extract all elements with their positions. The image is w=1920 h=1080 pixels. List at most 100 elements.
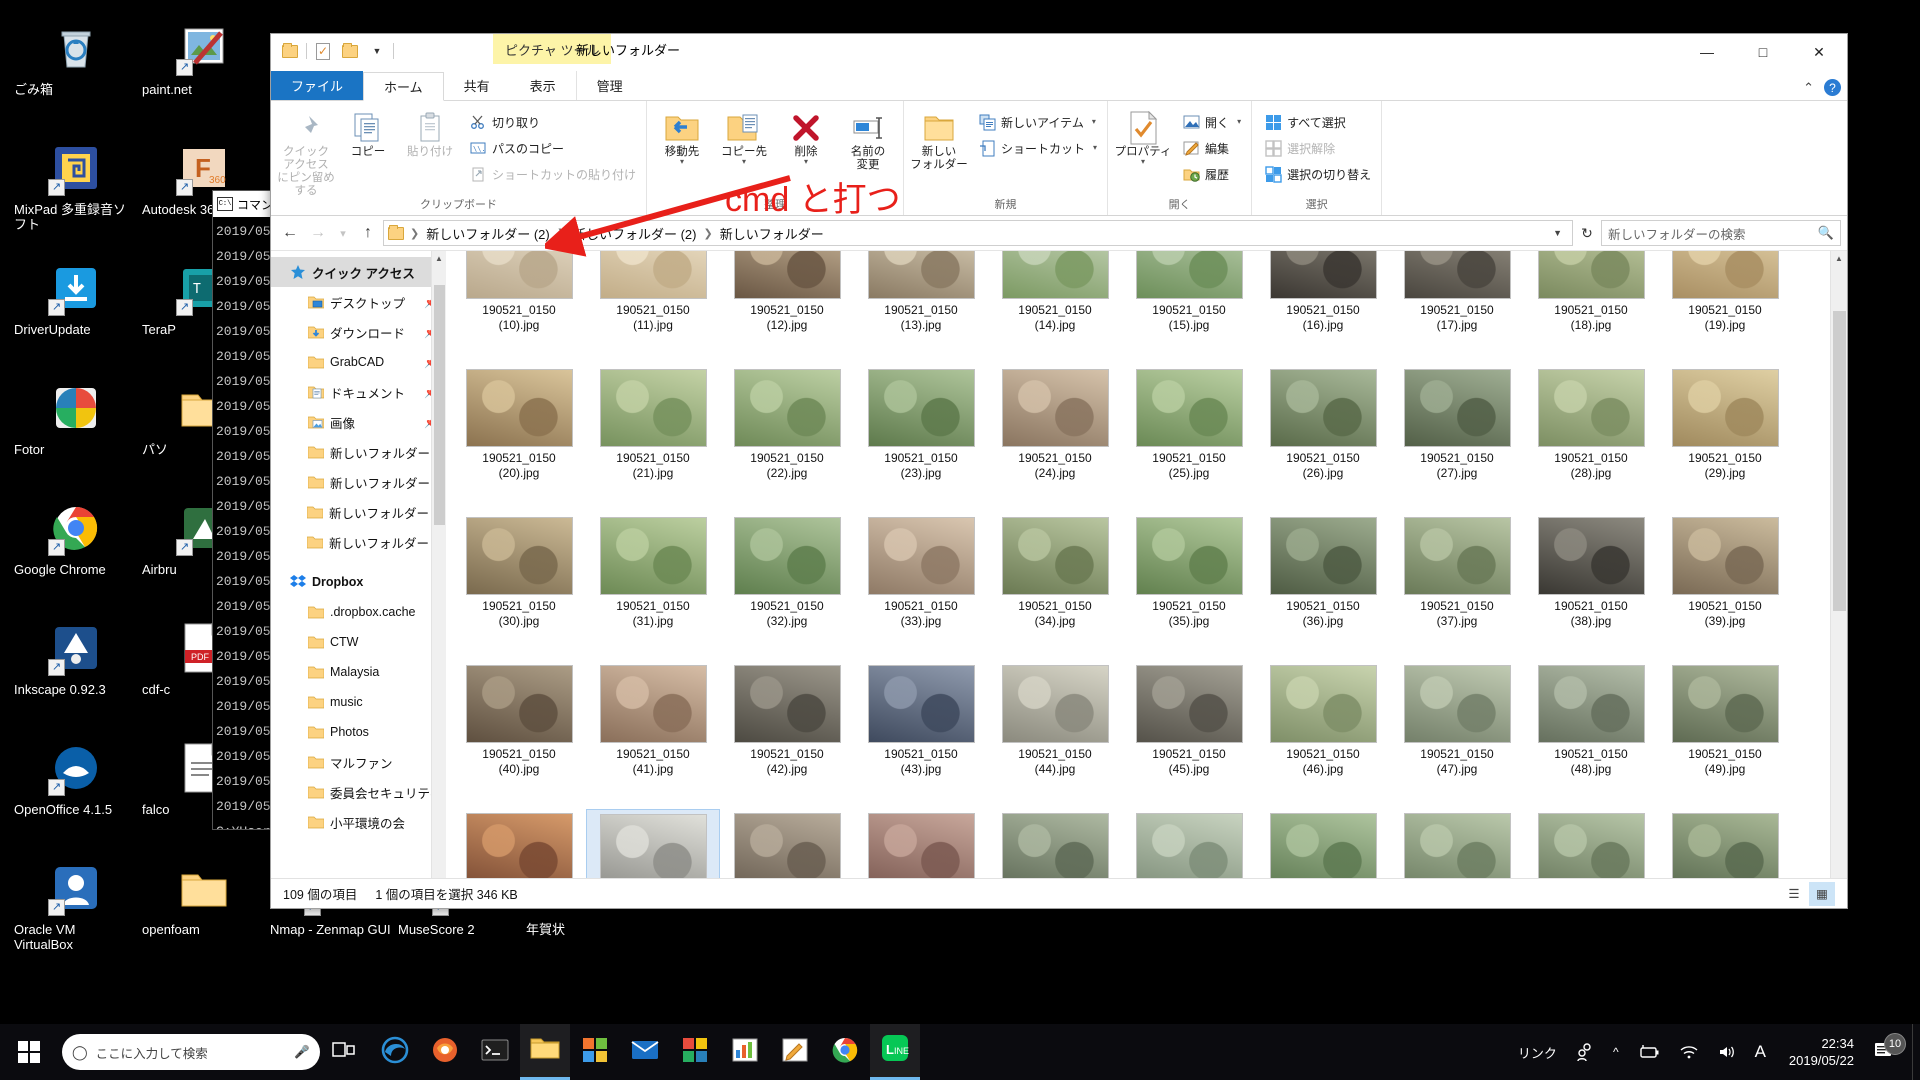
navpane-item-1-1[interactable]: CTW: [271, 627, 446, 657]
navpane-item-0-2[interactable]: GrabCAD📌: [271, 347, 446, 377]
navpane-item-1-5[interactable]: マルファン: [271, 747, 446, 777]
chevron-up-icon[interactable]: ⌃: [1803, 80, 1814, 96]
file-item[interactable]: 190521_0150 (34).jpg: [988, 513, 1122, 661]
editor-button[interactable]: [770, 1024, 820, 1080]
explorer-titlebar[interactable]: ✓ ▼ ピクチャ ツール 新しいフォルダー — □ ✕: [271, 34, 1847, 72]
file-item[interactable]: 190521_0150 (27).jpg: [1390, 365, 1524, 513]
navpane-item-1-0[interactable]: .dropbox.cache: [271, 597, 446, 627]
file-item[interactable]: 190521_0150 (23).jpg: [854, 365, 988, 513]
navpane-scroll-up-icon[interactable]: ▲: [432, 251, 446, 266]
taskbar-search-box[interactable]: ◯ ここに入力して検索 🎤: [62, 1034, 320, 1070]
desktop-icon[interactable]: ↗ OpenOffice 4.1.5: [12, 734, 140, 854]
file-item[interactable]: 190521_0150 (47).jpg: [1390, 661, 1524, 809]
file-item[interactable]: 190521_0150 (54).jpg: [988, 809, 1122, 878]
ribbon-button-copy-to[interactable]: コピー先 ▾: [713, 106, 775, 169]
file-item[interactable]: 190521_0150 (39).jpg: [1658, 513, 1792, 661]
file-item[interactable]: 190521_0150 (29).jpg: [1658, 365, 1792, 513]
address-bar[interactable]: ❯ 新しいフォルダー (2) ❯ 新しいフォルダー (2) ❯ 新しいフォルダー…: [383, 220, 1573, 246]
file-item[interactable]: 190521_0150 (25).jpg: [1122, 365, 1256, 513]
start-button[interactable]: [0, 1024, 58, 1080]
file-item[interactable]: 190521_0150 (57).jpg: [1390, 809, 1524, 878]
chart-app-button[interactable]: [720, 1024, 770, 1080]
desktop-icon[interactable]: Fotor: [12, 374, 140, 494]
file-item[interactable]: 190521_0150 (14).jpg: [988, 251, 1122, 365]
details-view-button[interactable]: ☰: [1781, 882, 1807, 906]
file-item[interactable]: 190521_0150 (21).jpg: [586, 365, 720, 513]
navpane-item-0-8[interactable]: 新しいフォルダー (2): [271, 527, 446, 557]
file-item[interactable]: 190521_0150 (41).jpg: [586, 661, 720, 809]
ribbon-button-new-folder[interactable]: 新しい フォルダー: [908, 106, 970, 176]
refresh-button[interactable]: ↻: [1575, 220, 1599, 246]
taskbar[interactable]: ◯ ここに入力して検索 🎤 LINE リンク ^ A 22:34 2019/0: [0, 1024, 1920, 1080]
file-item[interactable]: 190521_0150 (42).jpg: [720, 661, 854, 809]
file-item[interactable]: 190521_0150 (36).jpg: [1256, 513, 1390, 661]
breadcrumb-root-folder-icon[interactable]: [388, 224, 404, 240]
ribbon-panel[interactable]: クイック アクセスにピン留めするコピー貼り付け切り取り\\..パスのコピーショー…: [271, 101, 1847, 216]
navpane-scroll-thumb[interactable]: [434, 285, 445, 525]
photos-button[interactable]: [670, 1024, 720, 1080]
ribbon-button-move-to[interactable]: 移動先 ▾: [651, 106, 713, 169]
recent-locations-button[interactable]: ▾: [333, 220, 353, 246]
ribbon-right-controls[interactable]: ⌃?: [1803, 79, 1841, 96]
tab-0[interactable]: ファイル: [271, 71, 364, 100]
breadcrumb-item-2[interactable]: 新しいフォルダー: [716, 224, 828, 243]
file-item[interactable]: 190521_0150 (33).jpg: [854, 513, 988, 661]
file-item[interactable]: 190521_0150 (20).jpg: [452, 365, 586, 513]
edge-button[interactable]: [370, 1024, 420, 1080]
ribbon-button-scissors[interactable]: 切り取り: [465, 110, 640, 134]
tab-2[interactable]: 共有: [444, 71, 510, 100]
tray-links-label[interactable]: リンク: [1509, 1024, 1566, 1080]
microphone-icon[interactable]: 🎤: [294, 1045, 310, 1060]
line-button[interactable]: L INE: [870, 1024, 920, 1080]
ribbon-button-delete-x[interactable]: 削除 ▾: [775, 106, 837, 169]
chevron-down-icon[interactable]: ▾: [1093, 144, 1097, 152]
ribbon-button-copy-path[interactable]: \\.. パスのコピー: [465, 136, 640, 160]
ribbon-button-properties[interactable]: プロパティ ▾: [1112, 106, 1174, 169]
notification-center-button[interactable]: 10: [1868, 1032, 1912, 1065]
file-item[interactable]: 190521_0150 (31).jpg: [586, 513, 720, 661]
file-item[interactable]: 190521_0150 (56).jpg: [1256, 809, 1390, 878]
address-dropdown-icon[interactable]: ▼: [1547, 228, 1568, 238]
battery-charging-icon[interactable]: [1628, 1024, 1670, 1080]
terminal-button[interactable]: [470, 1024, 520, 1080]
file-item[interactable]: 190521_0150 (46).jpg: [1256, 661, 1390, 809]
tab-4[interactable]: 管理: [575, 71, 643, 100]
navigation-pane[interactable]: クイック アクセスデスクトップ📌ダウンロード📌GrabCAD📌ドキュメント📌画像…: [271, 251, 446, 878]
ribbon-button-pin[interactable]: クイック アクセス にピン留めする: [275, 106, 337, 202]
show-desktop-button[interactable]: [1912, 1024, 1920, 1080]
forward-button[interactable]: →: [305, 220, 331, 246]
file-item[interactable]: 190521_0150 (50).jpg: [452, 809, 586, 878]
close-button[interactable]: ✕: [1791, 34, 1847, 70]
file-item[interactable]: 190521_0150 (51).jpg: [586, 809, 720, 878]
chevron-down-icon[interactable]: ▾: [1092, 118, 1096, 126]
thumbnail-grid[interactable]: 190521_0150 (10).jpg 190521_0150 (11).jpg…: [446, 251, 1816, 878]
desktop-icon[interactable]: ↗ Oracle VM VirtualBox: [12, 854, 140, 974]
navpane-item-1-6[interactable]: 委員会セキュリティ: [271, 777, 446, 807]
file-item[interactable]: 190521_0150 (22).jpg: [720, 365, 854, 513]
file-list-area[interactable]: 190521_0150 (10).jpg 190521_0150 (11).jpg…: [446, 251, 1847, 878]
file-item[interactable]: 190521_0150 (55).jpg: [1122, 809, 1256, 878]
desktop-icon[interactable]: ↗ paint.net: [140, 14, 268, 134]
file-item[interactable]: 190521_0150 (11).jpg: [586, 251, 720, 365]
file-item[interactable]: 190521_0150 (24).jpg: [988, 365, 1122, 513]
navpane-scrollbar[interactable]: ▲: [431, 251, 446, 878]
navpane-item-1-3[interactable]: music: [271, 687, 446, 717]
back-button[interactable]: ←: [277, 220, 303, 246]
navigation-tree[interactable]: クイック アクセスデスクトップ📌ダウンロード📌GrabCAD📌ドキュメント📌画像…: [271, 257, 446, 837]
navpane-section-0[interactable]: クイック アクセス: [271, 257, 446, 287]
address-bar-row[interactable]: ← → ▾ ↑ ❯ 新しいフォルダー (2) ❯ 新しいフォルダー (2) ❯ …: [271, 216, 1847, 250]
file-item[interactable]: 190521_0150 (58).jpg: [1524, 809, 1658, 878]
navpane-item-0-5[interactable]: 新しいフォルダー: [271, 437, 446, 467]
file-item[interactable]: 190521_0150 (16).jpg: [1256, 251, 1390, 365]
navpane-item-0-0[interactable]: デスクトップ📌: [271, 287, 446, 317]
navpane-item-0-3[interactable]: ドキュメント📌: [271, 377, 446, 407]
task-view-button[interactable]: [320, 1024, 370, 1080]
file-item[interactable]: 190521_0150 (40).jpg: [452, 661, 586, 809]
desktop-icon[interactable]: ↗ Inkscape 0.92.3: [12, 614, 140, 734]
mail-button[interactable]: [620, 1024, 670, 1080]
ribbon-button-paste-shortcut[interactable]: ショートカットの貼り付け: [465, 162, 640, 186]
tab-1[interactable]: ホーム: [363, 72, 444, 101]
file-item[interactable]: 190521_0150 (12).jpg: [720, 251, 854, 365]
volume-icon[interactable]: [1708, 1024, 1746, 1080]
navpane-item-0-7[interactable]: 新しいフォルダー (2): [271, 497, 446, 527]
